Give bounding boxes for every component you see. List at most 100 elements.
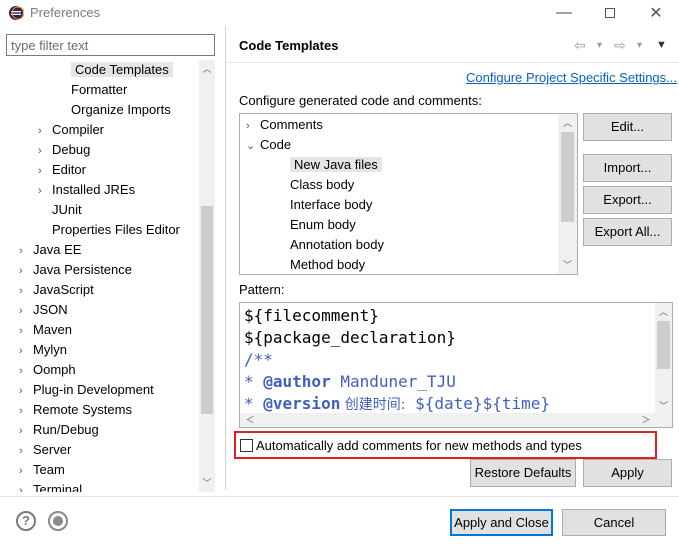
- tree-item[interactable]: › Java EE: [19, 240, 81, 260]
- tree-item[interactable]: Interface body: [276, 195, 372, 215]
- restore-defaults-button[interactable]: Restore Defaults: [470, 459, 576, 487]
- collapsed-chevron-icon[interactable]: ›: [19, 361, 33, 381]
- import-export-preferences-icon[interactable]: [48, 511, 68, 531]
- edit-button[interactable]: Edit...: [583, 113, 672, 141]
- collapsed-chevron-icon[interactable]: ›: [19, 381, 33, 401]
- pattern-horizontal-scrollbar[interactable]: ＜ ＞: [240, 413, 672, 427]
- export-all-button[interactable]: Export All...: [583, 218, 672, 246]
- tree-item[interactable]: › Oomph: [19, 360, 76, 380]
- tree-item[interactable]: Code Templates: [57, 60, 173, 80]
- collapsed-chevron-icon[interactable]: ›: [19, 421, 33, 441]
- tree-item-label: Terminal: [33, 482, 83, 492]
- collapsed-chevron-icon[interactable]: ›: [19, 281, 33, 301]
- scroll-down-icon[interactable]: ﹀: [655, 399, 672, 413]
- collapsed-chevron-icon[interactable]: ›: [246, 116, 260, 136]
- export-button[interactable]: Export...: [583, 186, 672, 214]
- pattern-editor[interactable]: ${filecomment} ${package_declaration} /*…: [239, 302, 673, 428]
- tree-item[interactable]: › Installed JREs: [38, 180, 135, 200]
- tree-item[interactable]: ⌄ Code: [246, 135, 291, 155]
- apply-button[interactable]: Apply: [583, 459, 672, 487]
- tree-item[interactable]: Organize Imports: [57, 100, 171, 120]
- tree-item[interactable]: › Java Persistence: [19, 260, 132, 280]
- tree-item[interactable]: › Team: [19, 460, 65, 480]
- tree-item-label: JSON: [33, 302, 68, 317]
- collapsed-chevron-icon[interactable]: ›: [38, 181, 52, 201]
- tree-item[interactable]: › Compiler: [38, 120, 104, 140]
- collapsed-chevron-icon[interactable]: ›: [19, 441, 33, 461]
- tree-item[interactable]: JUnit: [38, 200, 82, 220]
- tree-item-label: Method body: [290, 257, 366, 272]
- view-menu-icon[interactable]: ▼: [656, 39, 667, 51]
- preferences-tree-scrollbar[interactable]: ︿ ﹀: [199, 60, 215, 492]
- tree-item[interactable]: › Comments: [246, 115, 323, 135]
- panel-divider[interactable]: [225, 26, 226, 490]
- tree-item-label: Class body: [290, 177, 355, 192]
- pattern-vertical-scrollbar[interactable]: ︿ ﹀: [655, 303, 672, 413]
- tree-item[interactable]: › Remote Systems: [19, 400, 132, 420]
- auto-comments-checkbox[interactable]: [240, 439, 253, 452]
- collapsed-chevron-icon[interactable]: ›: [19, 341, 33, 361]
- tree-item[interactable]: Formatter: [57, 80, 127, 100]
- tree-item[interactable]: Annotation body: [276, 235, 384, 255]
- scroll-down-icon[interactable]: ﹀: [558, 258, 577, 272]
- tree-item[interactable]: Properties Files Editor: [38, 220, 180, 240]
- cancel-button[interactable]: Cancel: [562, 509, 666, 536]
- tree-item[interactable]: › Debug: [38, 140, 90, 160]
- tree-item[interactable]: Method body: [276, 255, 366, 274]
- configure-project-settings-link[interactable]: Configure Project Specific Settings...: [466, 70, 677, 85]
- tree-item-label: Editor: [52, 162, 86, 177]
- collapsed-chevron-icon[interactable]: ›: [19, 301, 33, 321]
- collapsed-chevron-icon[interactable]: ›: [19, 461, 33, 481]
- tree-item[interactable]: › JSON: [19, 300, 68, 320]
- import-button[interactable]: Import...: [583, 154, 672, 182]
- scroll-up-icon[interactable]: ︿: [199, 62, 215, 76]
- scroll-thumb[interactable]: [657, 321, 670, 369]
- scroll-right-icon[interactable]: ＞: [638, 413, 654, 427]
- expanded-chevron-icon[interactable]: ⌄: [246, 136, 260, 156]
- auto-comments-label[interactable]: Automatically add comments for new metho…: [256, 438, 582, 453]
- maximize-button[interactable]: [587, 0, 633, 26]
- javadoc-tag: @version: [263, 394, 341, 413]
- collapsed-chevron-icon[interactable]: ›: [38, 161, 52, 181]
- comment-star: *: [244, 372, 264, 391]
- tree-item[interactable]: New Java files: [276, 155, 382, 175]
- scroll-left-icon[interactable]: ＜: [242, 413, 258, 427]
- tree-item[interactable]: › Run/Debug: [19, 420, 99, 440]
- scroll-thumb[interactable]: [201, 206, 213, 414]
- scroll-thumb[interactable]: [561, 132, 574, 222]
- tree-item[interactable]: › Server: [19, 440, 71, 460]
- back-icon[interactable]: ⇦: [574, 37, 586, 54]
- collapsed-chevron-icon[interactable]: ›: [19, 321, 33, 341]
- tree-item[interactable]: › Mylyn: [19, 340, 67, 360]
- collapsed-chevron-icon[interactable]: ›: [38, 141, 52, 161]
- collapsed-chevron-icon[interactable]: ›: [19, 481, 33, 492]
- tree-item[interactable]: › Editor: [38, 160, 86, 180]
- templates-tree-scrollbar[interactable]: ︿ ﹀: [558, 114, 577, 274]
- scroll-up-icon[interactable]: ︿: [655, 305, 672, 319]
- filter-input[interactable]: [6, 34, 215, 56]
- close-button[interactable]: ✕: [633, 0, 679, 26]
- collapsed-chevron-icon[interactable]: ›: [19, 401, 33, 421]
- scroll-down-icon[interactable]: ﹀: [199, 476, 215, 490]
- help-icon[interactable]: ?: [16, 511, 36, 531]
- tree-item[interactable]: Enum body: [276, 215, 356, 235]
- tree-item[interactable]: › JavaScript: [19, 280, 94, 300]
- maximize-icon: [605, 8, 615, 18]
- minimize-button[interactable]: —: [541, 0, 587, 26]
- tree-item[interactable]: Class body: [276, 175, 354, 195]
- forward-menu-icon[interactable]: ▾: [637, 40, 642, 51]
- tree-item-label: Annotation body: [290, 237, 384, 252]
- tree-item[interactable]: › Plug-in Development: [19, 380, 154, 400]
- templates-tree[interactable]: › Comments ⌄ Code New Java files Class body In…: [239, 113, 578, 275]
- preferences-tree[interactable]: Code Templates Formatter Organize Imports ›…: [6, 60, 199, 492]
- collapsed-chevron-icon[interactable]: ›: [38, 121, 52, 141]
- tree-item[interactable]: › Maven: [19, 320, 72, 340]
- forward-icon[interactable]: ⇨: [614, 37, 626, 54]
- description-label: Configure generated code and comments:: [239, 93, 482, 108]
- collapsed-chevron-icon[interactable]: ›: [19, 261, 33, 281]
- scroll-up-icon[interactable]: ︿: [558, 116, 577, 130]
- tree-item[interactable]: › Terminal: [19, 480, 82, 492]
- collapsed-chevron-icon[interactable]: ›: [19, 241, 33, 261]
- apply-and-close-button[interactable]: Apply and Close: [450, 509, 553, 536]
- back-menu-icon[interactable]: ▾: [597, 40, 602, 51]
